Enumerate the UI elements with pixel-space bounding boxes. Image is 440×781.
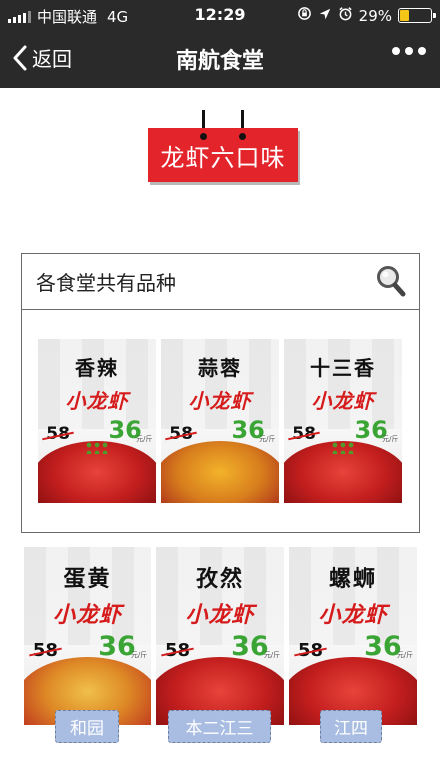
product-name: 蒜蓉 bbox=[198, 356, 242, 381]
nav-bar: 返回 南航食堂 bbox=[0, 30, 440, 88]
page-title: 南航食堂 bbox=[175, 49, 264, 74]
original-price: 58 bbox=[292, 424, 316, 445]
product-card-danhuang[interactable]: 蛋黄 小龙虾 58 36 元/斤 bbox=[24, 547, 151, 725]
price-unit: 元/斤 bbox=[263, 651, 281, 660]
product-subtitle: 小龙虾 bbox=[188, 388, 252, 413]
canteen-tag-benerjiangsan[interactable]: 本二江三 bbox=[168, 710, 271, 743]
price-unit: 元/斤 bbox=[259, 435, 276, 444]
product-card-suanrong[interactable]: 蒜蓉 小龙虾 58 36 元/斤 bbox=[161, 339, 279, 503]
top-bar: 中国联通 4G 12:29 29% 返回 南航食堂 bbox=[0, 0, 440, 88]
product-name: 蛋黄 bbox=[63, 566, 112, 593]
product-name: 十三香 bbox=[310, 356, 376, 381]
canteen-tag-jiangsi[interactable]: 江四 bbox=[320, 710, 382, 743]
product-card-ziran[interactable]: 孜然 小龙虾 58 36 元/斤 bbox=[156, 547, 284, 725]
battery-icon bbox=[398, 8, 436, 23]
price-unit: 元/斤 bbox=[382, 435, 399, 444]
status-bar: 中国联通 4G 12:29 29% bbox=[0, 0, 440, 30]
product-card-xiangla[interactable]: 香辣 小龙虾 58 36 元/斤 bbox=[38, 339, 156, 503]
original-price: 58 bbox=[297, 639, 324, 661]
original-price: 58 bbox=[169, 424, 193, 445]
product-subtitle: 小龙虾 bbox=[185, 602, 255, 628]
product-name: 香辣 bbox=[75, 356, 119, 381]
sign-nail bbox=[239, 133, 246, 140]
more-button[interactable] bbox=[392, 47, 426, 55]
sign-nail bbox=[200, 133, 207, 140]
battery-percent: 29% bbox=[358, 6, 392, 25]
more-dot-icon bbox=[405, 47, 413, 55]
hanging-sign: 龙虾六口味 bbox=[148, 110, 300, 185]
product-subtitle: 小龙虾 bbox=[52, 602, 122, 628]
crayfish-dish-image bbox=[161, 440, 279, 503]
product-subtitle: 小龙虾 bbox=[318, 602, 388, 628]
canteen-tag-heyuan[interactable]: 和园 bbox=[55, 710, 119, 743]
more-dot-icon bbox=[392, 47, 400, 55]
product-card-luosi[interactable]: 螺蛳 小龙虾 58 36 元/斤 bbox=[289, 547, 417, 725]
product-card-shisanxiang[interactable]: 十三香 小龙虾 58 36 元/斤 bbox=[284, 339, 402, 503]
panel-header: 各食堂共有品种 bbox=[22, 254, 419, 310]
sign-board: 龙虾六口味 bbox=[148, 128, 298, 182]
product-name: 孜然 bbox=[195, 566, 244, 593]
product-name: 螺蛳 bbox=[328, 566, 377, 593]
price-unit: 元/斤 bbox=[130, 651, 148, 660]
lock-rotation-icon bbox=[297, 6, 312, 25]
alarm-icon bbox=[338, 6, 353, 25]
original-price: 58 bbox=[46, 424, 70, 445]
original-price: 58 bbox=[32, 639, 58, 661]
battery-fill bbox=[400, 10, 409, 21]
original-price: 58 bbox=[164, 639, 191, 661]
more-dot-icon bbox=[418, 47, 426, 55]
price-unit: 元/斤 bbox=[396, 651, 414, 660]
search-icon[interactable] bbox=[375, 264, 407, 302]
status-right: 29% bbox=[297, 6, 436, 25]
price-unit: 元/斤 bbox=[136, 435, 153, 444]
panel-title: 各食堂共有品种 bbox=[36, 271, 176, 295]
location-icon bbox=[318, 7, 332, 25]
product-subtitle: 小龙虾 bbox=[311, 388, 375, 413]
product-subtitle: 小龙虾 bbox=[65, 388, 129, 413]
